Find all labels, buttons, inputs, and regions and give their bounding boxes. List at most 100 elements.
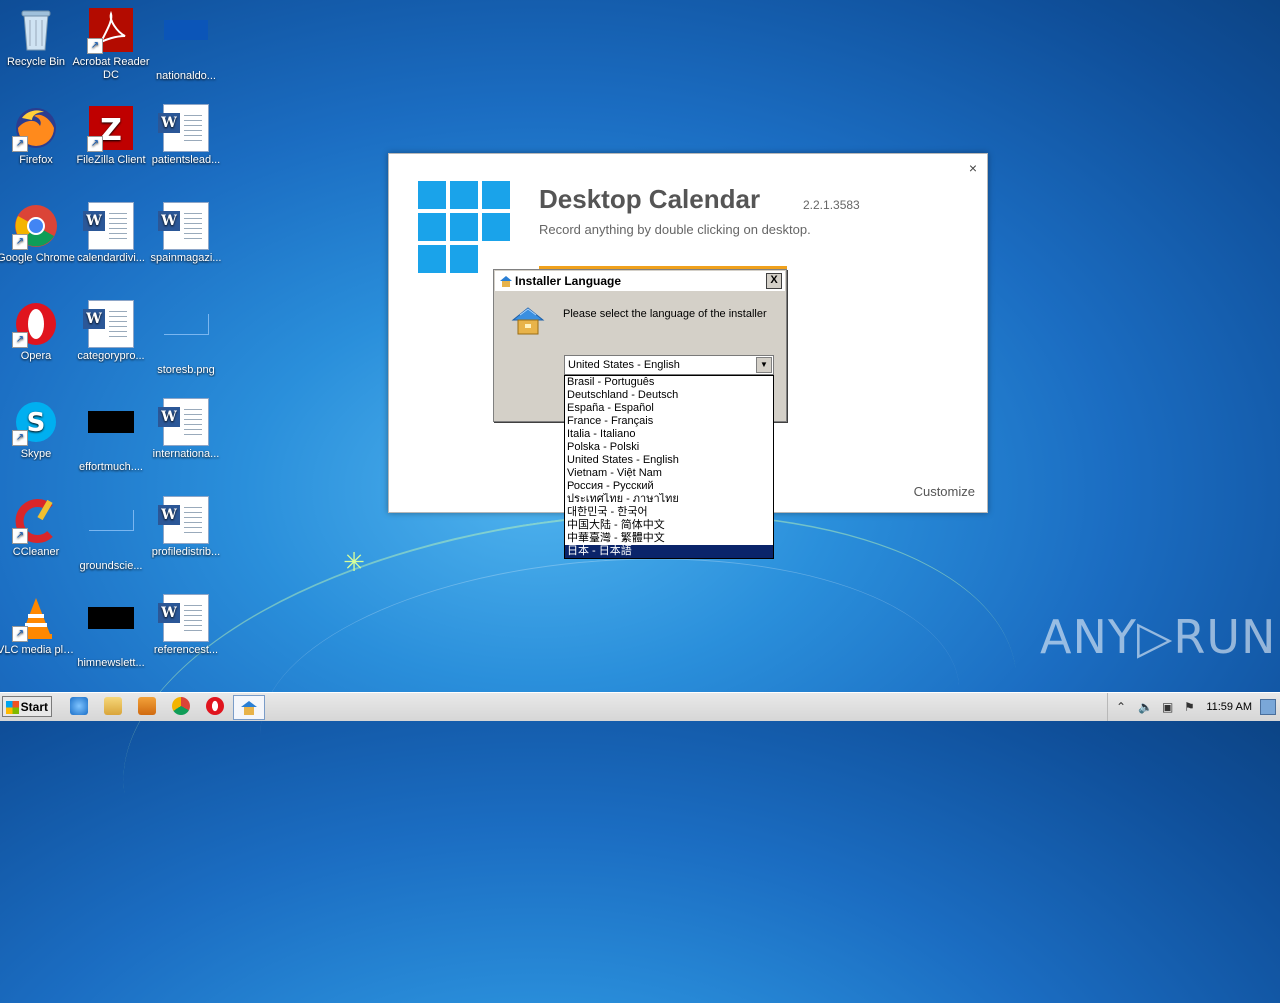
desktop-icon-categorypro[interactable]: W categorypro... [72,300,150,363]
desktop-icon-firefox[interactable]: ↗ Firefox [0,104,75,167]
desktop-icon-referencest[interactable]: W referencest... [147,594,225,657]
svg-text:S: S [27,408,46,438]
word-doc-icon: W [83,300,135,348]
language-option[interactable]: United States - English [565,454,773,467]
language-option[interactable]: Italia - Italiano [565,428,773,441]
desktop-icon-skype[interactable]: S ↗ Skype [0,398,75,461]
installer-package-icon [511,307,545,335]
start-label: Start [20,700,48,714]
language-option[interactable]: España - Español [565,402,773,415]
desktop-icon-label: profiledistrib... [151,546,221,558]
desktop-icon-label: nationaldo... [156,70,216,82]
language-option[interactable]: Deutschland - Deutsch [565,389,773,402]
filezilla-icon: Z ↗ [87,104,135,152]
app-subtitle: Record anything by double clicking on de… [539,222,811,237]
desktop-icon-opera[interactable]: ↗ Opera [0,300,75,363]
desktop-icon-label: groundscie... [79,560,143,572]
close-icon[interactable]: × [969,160,977,176]
desktop-icon-label: FileZilla Client [76,154,146,166]
desktop-icon-label: Recycle Bin [6,56,66,68]
language-option[interactable]: Россия - Русский [565,480,773,493]
app-title: Desktop Calendar [539,184,761,214]
chrome-taskbar-icon[interactable] [172,697,190,715]
word-doc-icon: W [158,202,210,250]
language-option[interactable]: Vietnam - Việt Nam [565,467,773,480]
language-option[interactable]: 대한민국 - 한국어 [565,506,773,519]
desktop-icon-label: Firefox [19,154,53,166]
desktop-icon-label: patientslead... [151,154,221,166]
opera-taskbar-icon[interactable] [206,697,224,715]
file-icon [87,510,135,558]
desktop-icon-nationaldo[interactable]: nationaldo... [147,6,225,83]
chevron-down-icon[interactable]: ▼ [756,357,772,373]
file-icon [87,607,135,655]
show-desktop-icon[interactable] [1260,699,1276,715]
customize-link[interactable]: Customize [914,484,975,499]
language-option[interactable]: ประเทศไทย - ภาษาไทย [565,493,773,506]
installer-taskbar-button[interactable] [233,695,265,720]
dialog-titlebar[interactable]: Installer Language X [495,271,785,291]
dialog-close-button[interactable]: X [766,273,782,289]
desktop-icon-label: Skype [20,448,52,460]
desktop-icon-himnewslett[interactable]: himnewslett... [72,594,150,670]
chrome-icon: ↗ [12,202,60,250]
language-option[interactable]: France - Français [565,415,773,428]
desktop-icon-recycle-bin[interactable]: Recycle Bin [0,6,75,69]
desktop-icon-ccleaner[interactable]: ↗ CCleaner [0,496,75,559]
volume-icon[interactable]: 🔈 [1138,700,1153,714]
shortcut-arrow-icon: ↗ [12,332,28,348]
language-option[interactable]: 中華臺灣 - 繁體中文 [565,532,773,545]
shortcut-arrow-icon: ↗ [87,136,103,152]
desktop-icon-storesb[interactable]: storesb.png [147,300,225,377]
word-doc-icon: W [158,594,210,642]
desktop-icon-effortmuch[interactable]: effortmuch.... [72,398,150,474]
desktop-icon-label: categorypro... [77,350,145,362]
desktop-icon-filezilla[interactable]: Z ↗ FileZilla Client [72,104,150,167]
desktop-icon-label: storesb.png [157,364,215,376]
desktop-icon-calendardivi[interactable]: W calendardivi... [72,202,150,265]
internet-explorer-icon[interactable] [70,697,88,715]
system-tray: ⌃ 🔈 ▣ ⚑ 11:59 AM [1107,693,1280,721]
start-button[interactable]: Start [2,696,52,717]
desktop-icon-label: CCleaner [12,546,60,558]
action-center-flag-icon[interactable]: ⚑ [1184,700,1195,714]
file-icon [162,20,210,68]
desktop-icon-internationa[interactable]: W internationa... [147,398,225,461]
desktop-icon-groundscie[interactable]: groundscie... [72,496,150,573]
desktop-icon-label: referencest... [153,644,219,656]
language-select[interactable]: United States - English ▼ [564,355,774,375]
desktop-icon-acrobat[interactable]: ↗ Acrobat Reader DC [72,6,150,82]
media-player-icon[interactable] [138,697,156,715]
taskbar-clock[interactable]: 11:59 AM [1206,701,1252,713]
image-file-icon [162,314,210,362]
language-option-highlighted[interactable]: 日本 - 日本語 [565,545,773,558]
language-option[interactable]: Brasil - Português [565,376,773,389]
anyrun-watermark: ANY▷RUN [1040,610,1277,664]
recycle-bin-icon [12,6,60,54]
desktop-icon-label: VLC media player [0,644,75,656]
network-icon[interactable]: ▣ [1162,700,1173,714]
shortcut-arrow-icon: ↗ [12,136,28,152]
desktop-icon-label: calendardivi... [77,252,145,264]
ccleaner-icon: ↗ [12,496,60,544]
file-explorer-icon[interactable] [104,697,122,715]
desktop-icon-label: internationa... [152,448,220,460]
language-option[interactable]: Polska - Polski [565,441,773,454]
desktop-icon-label: Google Chrome [0,252,75,264]
desktop-icon-profiledistrib[interactable]: W profiledistrib... [147,496,225,559]
desktop-icon-label: spainmagazi... [150,252,222,264]
language-option[interactable]: 中国大陆 - 简体中文 [565,519,773,532]
shortcut-arrow-icon: ↗ [12,430,28,446]
tray-expand-icon[interactable]: ⌃ [1116,700,1126,714]
skype-icon: S ↗ [12,398,60,446]
desktop-icon-vlc[interactable]: ↗ VLC media player [0,594,75,657]
language-select-value: United States - English [568,359,680,371]
desktop-icon-spainmagazi[interactable]: W spainmagazi... [147,202,225,265]
desktop-icon-google-chrome[interactable]: ↗ Google Chrome [0,202,75,265]
file-icon [87,411,135,459]
svg-text:Z: Z [100,113,122,148]
shortcut-arrow-icon: ↗ [12,626,28,642]
word-doc-icon: W [158,104,210,152]
desktop-icon-patientslead[interactable]: W patientslead... [147,104,225,167]
firefox-icon: ↗ [12,104,60,152]
